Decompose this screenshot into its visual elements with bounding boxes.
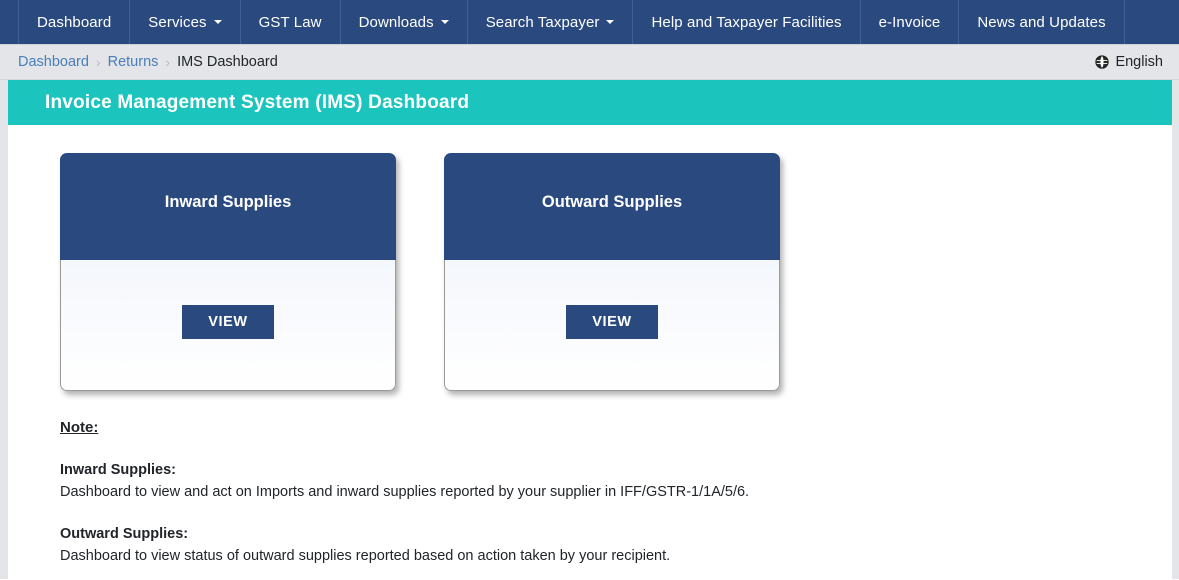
nav-item-help-and-taxpayer-facilities[interactable]: Help and Taxpayer Facilities bbox=[633, 0, 861, 44]
breadcrumb-bar: Dashboard › Returns › IMS Dashboard Engl… bbox=[0, 45, 1179, 80]
nav-item-services[interactable]: Services bbox=[130, 0, 241, 44]
page-title: Invoice Management System (IMS) Dashboar… bbox=[45, 91, 470, 113]
page-title-bar: Invoice Management System (IMS) Dashboar… bbox=[8, 80, 1172, 125]
top-navigation-bar: Dashboard Services GST Law Downloads Sea… bbox=[0, 0, 1179, 45]
card-body: VIEW bbox=[60, 260, 396, 391]
breadcrumb-item-ims-dashboard: IMS Dashboard bbox=[177, 54, 278, 70]
note-block-inward: Inward Supplies: Dashboard to view and a… bbox=[60, 460, 1152, 502]
chevron-down-icon bbox=[440, 20, 449, 24]
nav-item-label: Downloads bbox=[358, 13, 434, 31]
nav-item-e-invoice[interactable]: e-Invoice bbox=[861, 0, 960, 44]
note-text: Dashboard to view and act on Imports and… bbox=[60, 483, 750, 500]
nav-item-downloads[interactable]: Downloads bbox=[341, 0, 468, 44]
nav-item-news-and-updates[interactable]: News and Updates bbox=[959, 0, 1125, 44]
note-block-outward: Outward Supplies: Dashboard to view stat… bbox=[60, 524, 1152, 566]
language-label: English bbox=[1115, 54, 1163, 70]
note-heading: Outward Supplies: bbox=[60, 526, 189, 543]
card-header: Outward Supplies bbox=[444, 153, 780, 260]
nav-item-dashboard[interactable]: Dashboard bbox=[18, 0, 131, 44]
globe-icon bbox=[1095, 55, 1110, 69]
breadcrumb-separator: › bbox=[95, 54, 101, 70]
breadcrumb-item-dashboard[interactable]: Dashboard bbox=[18, 54, 89, 70]
nav-item-label: Services bbox=[148, 13, 207, 31]
note-text: Dashboard to view status of outward supp… bbox=[60, 548, 671, 565]
view-outward-supplies-button[interactable]: VIEW bbox=[566, 305, 658, 339]
breadcrumb-separator: › bbox=[165, 54, 171, 70]
nav-item-label: Help and Taxpayer Facilities bbox=[651, 13, 842, 31]
note-section: Note: Inward Supplies: Dashboard to view… bbox=[28, 391, 1152, 567]
card-title: Inward Supplies bbox=[164, 193, 292, 211]
card-inward-supplies[interactable]: Inward Supplies VIEW bbox=[60, 153, 396, 391]
chevron-down-icon bbox=[606, 20, 615, 24]
note-title: Note: bbox=[60, 419, 99, 436]
nav-item-label: e-Invoice bbox=[878, 13, 941, 31]
nav-item-label: News and Updates bbox=[977, 13, 1106, 31]
card-outward-supplies[interactable]: Outward Supplies VIEW bbox=[444, 153, 780, 391]
card-header: Inward Supplies bbox=[60, 153, 396, 260]
page-content: Inward Supplies VIEW Outward Supplies VI… bbox=[8, 125, 1172, 567]
dashboard-cards: Inward Supplies VIEW Outward Supplies VI… bbox=[28, 125, 1152, 391]
nav-item-search-taxpayer[interactable]: Search Taxpayer bbox=[468, 0, 634, 44]
language-selector[interactable]: English bbox=[1095, 54, 1169, 70]
view-inward-supplies-button[interactable]: VIEW bbox=[182, 305, 274, 339]
nav-item-label: GST Law bbox=[258, 13, 322, 31]
page-background: Invoice Management System (IMS) Dashboar… bbox=[0, 80, 1179, 579]
breadcrumb: Dashboard › Returns › IMS Dashboard bbox=[18, 54, 278, 70]
content-panel: Invoice Management System (IMS) Dashboar… bbox=[8, 80, 1172, 579]
breadcrumb-item-returns[interactable]: Returns bbox=[108, 54, 159, 70]
nav-item-label: Search Taxpayer bbox=[485, 13, 600, 31]
chevron-down-icon bbox=[213, 20, 222, 24]
note-heading: Inward Supplies: bbox=[60, 462, 177, 479]
nav-item-label: Dashboard bbox=[37, 13, 112, 31]
nav-item-gst-law[interactable]: GST Law bbox=[241, 0, 341, 44]
card-title: Outward Supplies bbox=[541, 193, 683, 211]
card-body: VIEW bbox=[444, 260, 780, 391]
